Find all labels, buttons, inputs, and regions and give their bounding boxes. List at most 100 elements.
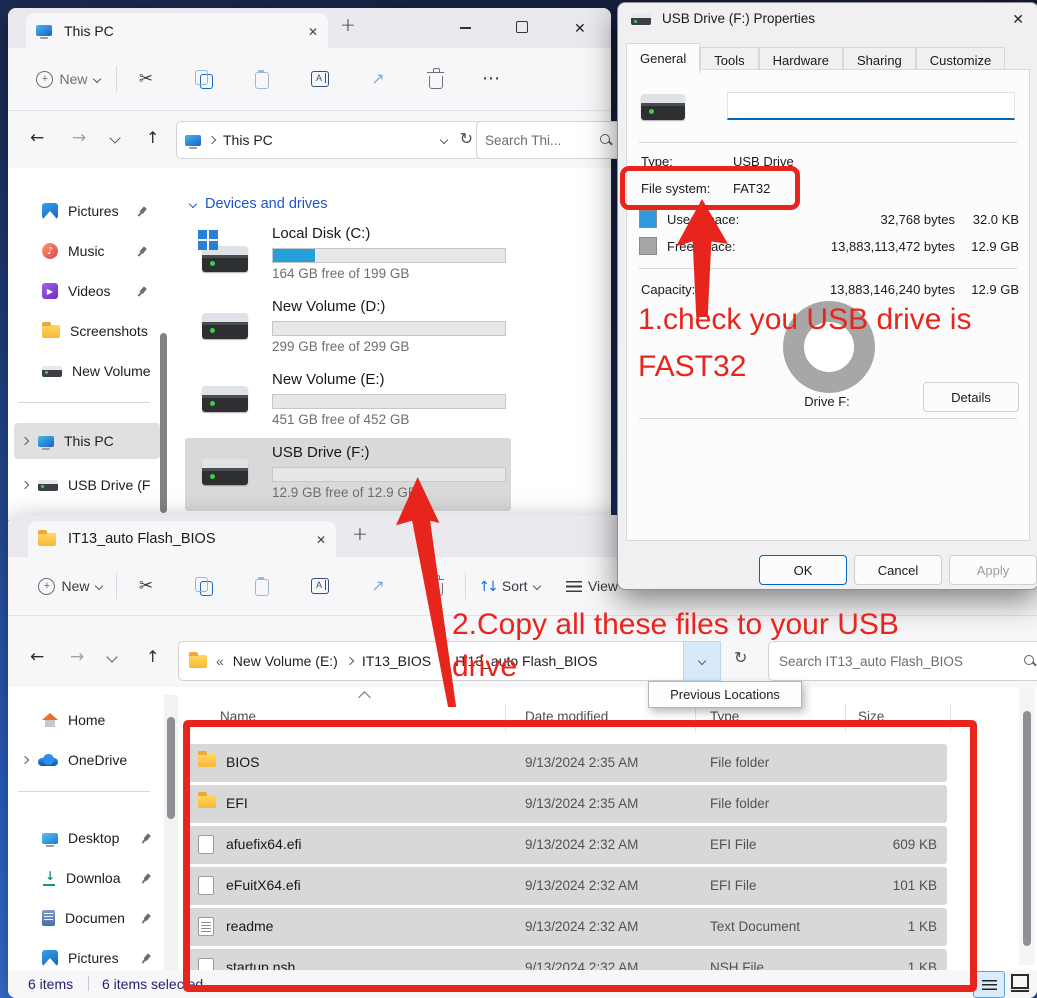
history-chevron-icon[interactable] bbox=[109, 132, 120, 143]
up-button[interactable] bbox=[146, 649, 159, 665]
new-tab-button[interactable] bbox=[352, 525, 368, 544]
collapse-chevron-icon[interactable] bbox=[189, 200, 197, 208]
up-button[interactable] bbox=[146, 130, 159, 146]
sidebar-label: Music bbox=[68, 243, 105, 259]
dialog-close-button[interactable] bbox=[1012, 11, 1024, 27]
search-box[interactable]: Search IT13_auto Flash_BIOS bbox=[768, 641, 1037, 681]
sort-button[interactable]: Sort bbox=[466, 578, 552, 594]
paste-icon bbox=[255, 579, 269, 596]
drive-name: New Volume (E:) bbox=[272, 371, 385, 388]
forward-button[interactable] bbox=[70, 649, 84, 666]
cut-button[interactable] bbox=[117, 71, 175, 88]
new-label: New bbox=[61, 578, 89, 594]
details-button[interactable]: Details bbox=[923, 382, 1019, 412]
new-tab-button[interactable] bbox=[340, 16, 356, 35]
pin-icon bbox=[138, 870, 153, 885]
sidebar-item-desktop[interactable]: Desktop bbox=[42, 823, 119, 853]
command-bar: New bbox=[8, 48, 611, 111]
tab-it13-auto-flash-bios[interactable]: IT13_auto Flash_BIOS bbox=[28, 521, 336, 557]
refresh-button[interactable] bbox=[734, 650, 747, 666]
breadcrumb[interactable]: This PC bbox=[223, 132, 273, 148]
cancel-button[interactable]: Cancel bbox=[854, 555, 942, 585]
share-button[interactable] bbox=[349, 578, 407, 594]
drive-letter-caption: Drive F: bbox=[767, 394, 887, 409]
drive-item-new-volume-d[interactable]: New Volume (D:) 299 GB free of 299 GB bbox=[190, 297, 516, 369]
sidebar-label: This PC bbox=[64, 433, 114, 449]
ok-button[interactable]: OK bbox=[759, 555, 847, 585]
free-space-swatch bbox=[639, 237, 657, 255]
tab-general[interactable]: General bbox=[626, 43, 700, 74]
drive-item-usb-drive-f[interactable]: USB Drive (F:) 12.9 GB free of 12.9 GB bbox=[190, 443, 516, 515]
maximize-button[interactable] bbox=[516, 21, 528, 33]
new-button[interactable]: New bbox=[28, 578, 112, 595]
list-scroll-track[interactable] bbox=[1019, 687, 1035, 965]
drive-item-local-disk-c[interactable]: Local Disk (C:) 164 GB free of 199 GB bbox=[190, 224, 516, 296]
sidebar-item-new-volume[interactable]: New Volume bbox=[42, 356, 151, 386]
search-box[interactable]: Search Thi... bbox=[476, 121, 622, 159]
icons-view-button[interactable] bbox=[1009, 973, 1031, 994]
share-button[interactable] bbox=[349, 71, 407, 87]
drive-icon bbox=[202, 386, 248, 412]
delete-button[interactable] bbox=[407, 70, 465, 89]
drive-icon bbox=[38, 480, 58, 491]
list-scrollbar[interactable] bbox=[1023, 711, 1031, 946]
paste-button[interactable] bbox=[233, 69, 291, 89]
sidebar-item-onedrive[interactable]: OneDrive bbox=[22, 745, 127, 775]
copy-button[interactable] bbox=[175, 70, 233, 89]
forward-button[interactable] bbox=[72, 130, 86, 147]
tab-this-pc[interactable]: This PC bbox=[26, 13, 328, 48]
close-button[interactable] bbox=[574, 20, 586, 36]
more-options-button[interactable] bbox=[465, 70, 517, 88]
cut-button[interactable] bbox=[117, 578, 175, 595]
breadcrumb-overflow[interactable]: « bbox=[216, 653, 224, 669]
address-bar[interactable]: This PC bbox=[176, 121, 482, 159]
expand-chevron-icon[interactable] bbox=[21, 756, 29, 764]
view-icon bbox=[566, 581, 582, 592]
refresh-icon[interactable] bbox=[460, 131, 473, 147]
sidebar-item-videos[interactable]: Videos bbox=[42, 276, 111, 306]
sidebar-item-screenshots[interactable]: Screenshots bbox=[42, 316, 148, 346]
copy-button[interactable] bbox=[175, 577, 233, 596]
history-chevron-icon[interactable] bbox=[106, 651, 117, 662]
breadcrumb-new-volume-e[interactable]: New Volume (E:) bbox=[233, 653, 338, 669]
sidebar-label: USB Drive (F bbox=[68, 477, 150, 493]
capacity-human: 12.9 GB bbox=[957, 282, 1019, 297]
expand-chevron-icon[interactable] bbox=[21, 481, 29, 489]
back-button[interactable] bbox=[30, 130, 44, 147]
address-dropdown-icon[interactable] bbox=[440, 136, 448, 144]
pin-icon bbox=[134, 243, 149, 258]
paste-button[interactable] bbox=[233, 576, 291, 596]
sidebar-scrollbar[interactable] bbox=[160, 333, 167, 513]
sidebar-item-documents[interactable]: Documen bbox=[42, 903, 125, 933]
sidebar-scroll-track[interactable] bbox=[164, 695, 178, 985]
annotation-step1-line2: FAST32 bbox=[638, 350, 746, 384]
rename-icon bbox=[311, 71, 329, 87]
rename-button[interactable] bbox=[291, 71, 349, 87]
breadcrumb-it13-bios[interactable]: IT13_BIOS bbox=[362, 653, 431, 669]
rename-icon bbox=[311, 578, 329, 594]
group-header-devices-and-drives[interactable]: Devices and drives bbox=[190, 196, 328, 212]
drive-name: New Volume (D:) bbox=[272, 298, 385, 315]
file-list-highlight-box bbox=[183, 720, 977, 992]
volume-label-input[interactable] bbox=[727, 92, 1015, 120]
sidebar-item-downloads[interactable]: Downloa bbox=[42, 863, 120, 893]
back-button[interactable] bbox=[30, 649, 44, 666]
sidebar-item-this-pc[interactable]: This PC bbox=[22, 426, 114, 456]
apply-button[interactable]: Apply bbox=[949, 555, 1037, 585]
expand-chevron-icon[interactable] bbox=[21, 437, 29, 445]
tab-close-icon[interactable] bbox=[308, 23, 318, 39]
sidebar-item-pictures[interactable]: Pictures bbox=[42, 943, 119, 973]
new-button[interactable]: New bbox=[26, 71, 110, 88]
drive-item-new-volume-e[interactable]: New Volume (E:) 451 GB free of 452 GB bbox=[190, 370, 516, 442]
filesystem-highlight-box bbox=[620, 166, 800, 210]
tab-close-icon[interactable] bbox=[316, 531, 326, 547]
sidebar-item-pictures[interactable]: Pictures bbox=[42, 196, 119, 226]
details-view-button[interactable] bbox=[973, 971, 1005, 998]
sidebar-item-usb-drive[interactable]: USB Drive (F bbox=[22, 470, 150, 500]
address-dropdown-button[interactable] bbox=[683, 641, 721, 681]
minimize-button[interactable] bbox=[460, 27, 471, 29]
chevron-down-icon bbox=[92, 75, 100, 83]
rename-button[interactable] bbox=[291, 578, 349, 594]
sidebar-item-music[interactable]: Music bbox=[42, 236, 105, 266]
details-view-icon bbox=[982, 980, 997, 990]
